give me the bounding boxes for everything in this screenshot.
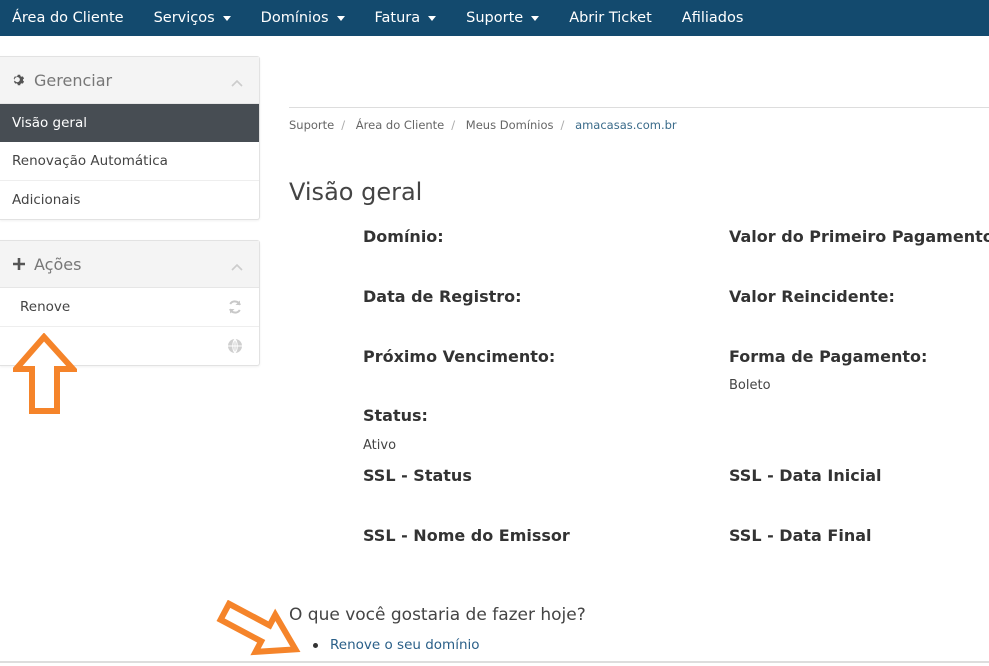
chevron-up-icon[interactable]	[231, 256, 243, 275]
ssl-status-label: SSL - Status	[363, 466, 472, 485]
bottom-divider	[0, 661, 989, 663]
ssl-issuer-label: SSL - Nome do Emissor	[363, 526, 570, 545]
action-label: Renove	[20, 299, 71, 315]
next-due-label: Próximo Vencimento:	[363, 347, 556, 366]
arrow-annotation-icon	[216, 599, 306, 666]
sidebar-item-label: Adicionais	[12, 192, 81, 208]
nav-affiliates[interactable]: Afiliados	[667, 10, 759, 26]
domain-label: Domínio:	[363, 227, 444, 246]
nav-label: Área do Cliente	[12, 10, 124, 26]
nav-client-area[interactable]: Área do Cliente	[0, 10, 139, 26]
actions-panel-title: Ações	[34, 254, 82, 274]
refresh-icon	[227, 299, 243, 319]
breadcrumb-current-domain: amacasas.com.br	[575, 118, 677, 132]
sidebar-item-label: Renovação Automática	[12, 153, 168, 169]
caret-down-icon	[336, 15, 345, 21]
nav-open-ticket[interactable]: Abrir Ticket	[554, 10, 667, 26]
gear-icon	[12, 73, 26, 87]
breadcrumb-support[interactable]: Suporte	[289, 118, 334, 132]
status-label: Status:	[363, 406, 428, 425]
actions-question: O que você gostaria de fazer hoje?	[289, 605, 586, 625]
nav-domains[interactable]: Domínios	[246, 10, 360, 26]
manage-panel-header[interactable]: Gerenciar	[0, 57, 259, 104]
arrow-up-annotation-icon	[9, 332, 80, 419]
breadcrumb-client-area[interactable]: Área do Cliente	[356, 118, 444, 132]
action-renew[interactable]: Renove	[0, 288, 259, 327]
nav-label: Suporte	[466, 10, 524, 26]
header-divider	[289, 107, 989, 108]
bullet-icon	[313, 642, 318, 648]
sidebar-item-auto-renew[interactable]: Renovação Automática	[0, 142, 259, 181]
nav-label: Abrir Ticket	[569, 10, 652, 26]
registration-date-label: Data de Registro:	[363, 287, 522, 306]
chevron-up-icon[interactable]	[231, 72, 243, 91]
renew-domain-link[interactable]: Renove o seu domínio	[330, 637, 480, 653]
recurring-amount-label: Valor Reincidente:	[729, 287, 895, 306]
ssl-end-label: SSL - Data Final	[729, 526, 872, 545]
manage-panel-title: Gerenciar	[34, 70, 113, 90]
nav-label: Domínios	[260, 10, 329, 26]
page-title: Visão geral	[289, 178, 423, 206]
status-value: Ativo	[363, 438, 397, 453]
nav-label: Serviços	[153, 10, 215, 26]
caret-down-icon	[531, 15, 540, 21]
manage-panel: Gerenciar Visão geral Renovação Automáti…	[0, 56, 260, 220]
sidebar-item-addons[interactable]: Adicionais	[0, 181, 259, 219]
plus-icon	[12, 257, 26, 271]
list-item: Renove o seu domínio	[313, 637, 480, 653]
first-payment-label: Valor do Primeiro Pagamento:	[729, 227, 989, 246]
payment-method-value: Boleto	[729, 378, 771, 393]
breadcrumb: Suporte / Área do Cliente / Meus Domínios /…	[289, 118, 677, 132]
sidebar-item-label: Visão geral	[12, 115, 87, 131]
caret-down-icon	[428, 15, 437, 21]
nav-services[interactable]: Serviços	[139, 10, 246, 26]
sidebar-item-overview[interactable]: Visão geral	[0, 104, 259, 142]
top-navbar: Área do Cliente Serviços Domínios Fatura…	[0, 0, 989, 36]
nav-label: Fatura	[374, 10, 421, 26]
caret-down-icon	[222, 15, 231, 21]
actions-panel-header[interactable]: Ações	[0, 241, 259, 288]
nav-billing[interactable]: Fatura	[360, 10, 452, 26]
breadcrumb-my-domains[interactable]: Meus Domínios	[466, 118, 554, 132]
ssl-start-label: SSL - Data Inicial	[729, 466, 882, 485]
nav-support[interactable]: Suporte	[451, 10, 554, 26]
globe-icon	[227, 338, 243, 358]
payment-method-label: Forma de Pagamento:	[729, 347, 928, 366]
nav-label: Afiliados	[681, 10, 744, 26]
